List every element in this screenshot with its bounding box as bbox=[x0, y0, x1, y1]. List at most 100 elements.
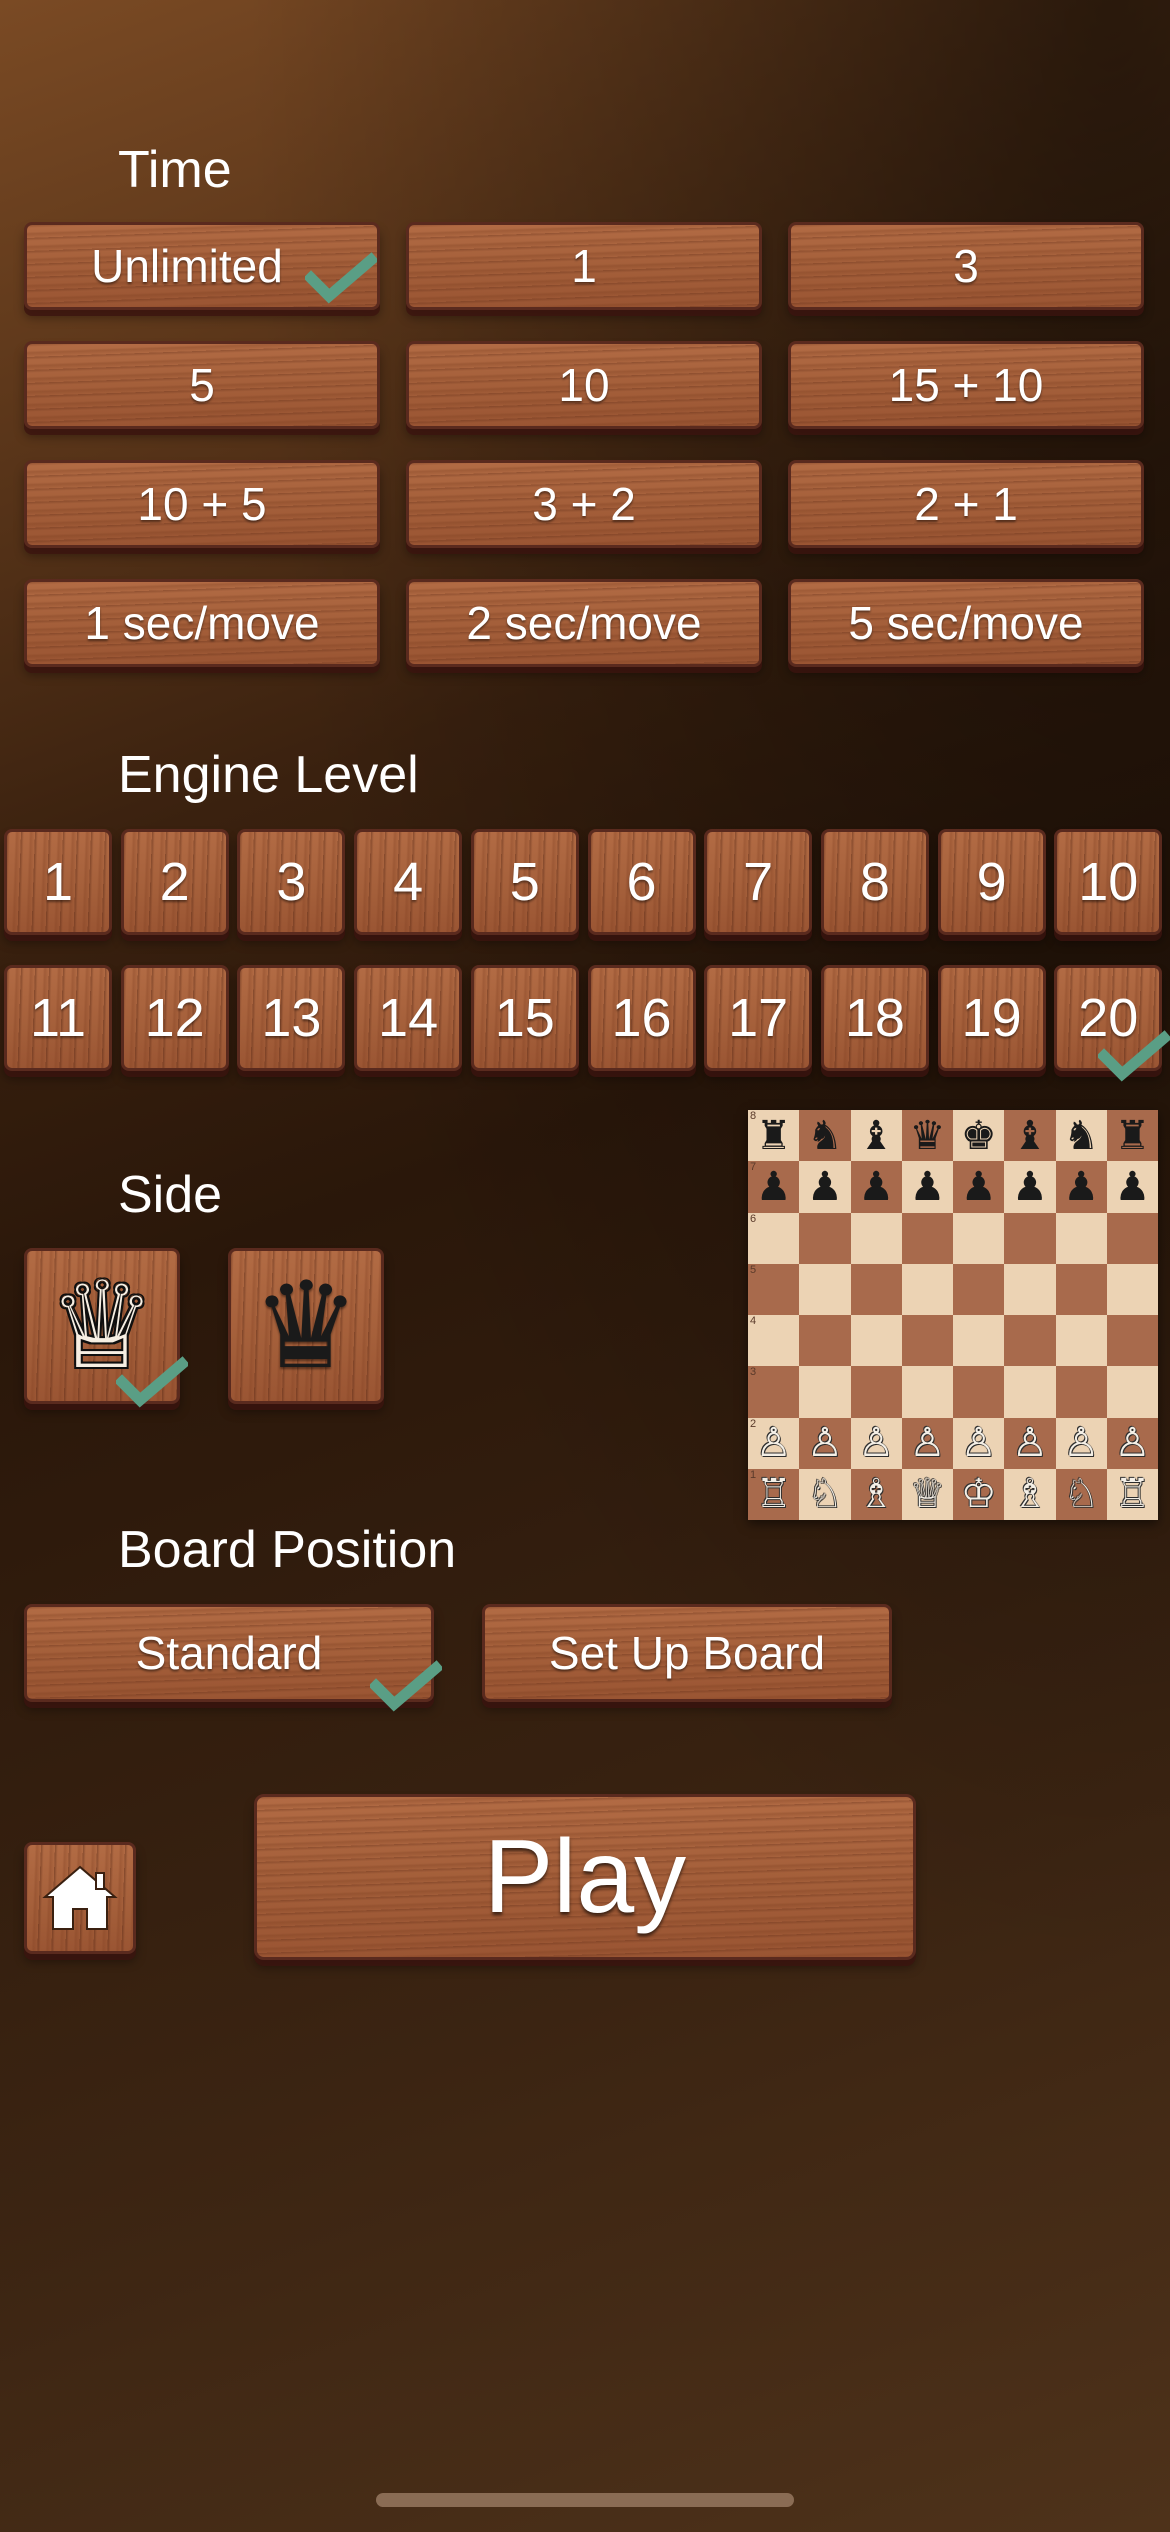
board-square: ♟ bbox=[901, 1161, 953, 1213]
side-section-title: Side bbox=[118, 1166, 223, 1224]
engine-level-3[interactable]: 3 bbox=[237, 829, 346, 935]
engine-level-14[interactable]: 14 bbox=[354, 965, 463, 1071]
time-option-3[interactable]: 3 bbox=[788, 222, 1144, 310]
board-position-section-title: Board Position bbox=[118, 1521, 457, 1579]
board-square: ♛ bbox=[901, 1110, 953, 1162]
engine-level-6[interactable]: 6 bbox=[587, 829, 696, 935]
board-square: 6 bbox=[748, 1212, 800, 1264]
engine-level-7[interactable]: 7 bbox=[704, 829, 813, 935]
time-option-3-2[interactable]: 3 + 2 bbox=[406, 460, 762, 548]
engine-level-2[interactable]: 2 bbox=[120, 829, 229, 935]
rank-label: 4 bbox=[750, 1315, 757, 1327]
engine-level-11[interactable]: 11 bbox=[4, 965, 112, 1071]
engine-level-10[interactable]: 10 bbox=[1054, 829, 1163, 935]
board-square: ♚ bbox=[953, 1110, 1005, 1162]
engine-level-20[interactable]: 20 bbox=[1054, 965, 1163, 1071]
board-square: 7 ♟ bbox=[748, 1161, 800, 1213]
white-piece: ♙ bbox=[909, 1421, 946, 1466]
board-square bbox=[1055, 1366, 1107, 1418]
time-option-unlimited[interactable]: Unlimited bbox=[24, 222, 380, 310]
rank-label: 3 bbox=[750, 1366, 757, 1379]
engine-level-1[interactable]: 1 bbox=[4, 829, 112, 935]
white-piece: ♙ bbox=[960, 1421, 997, 1466]
engine-level-label: 4 bbox=[393, 852, 424, 912]
board-square bbox=[1106, 1263, 1158, 1315]
engine-level-label: 14 bbox=[378, 988, 439, 1048]
time-option-label: 3 bbox=[953, 240, 979, 292]
black-piece: ♛ bbox=[909, 1113, 946, 1158]
play-label: Play bbox=[483, 1818, 687, 1935]
black-piece: ♟ bbox=[806, 1164, 843, 1209]
home-button[interactable] bbox=[24, 1842, 136, 1954]
board-square: ♞ bbox=[1055, 1110, 1107, 1162]
board-square bbox=[901, 1263, 953, 1315]
black-piece: ♟ bbox=[858, 1164, 895, 1209]
engine-level-13[interactable]: 13 bbox=[237, 965, 346, 1071]
engine-level-label: 6 bbox=[626, 852, 657, 912]
engine-level-label: 17 bbox=[728, 988, 789, 1048]
play-button[interactable]: Play bbox=[254, 1794, 916, 1960]
rank-label: 1 bbox=[750, 1468, 757, 1481]
engine-level-17[interactable]: 17 bbox=[704, 965, 813, 1071]
engine-level-label: 10 bbox=[1078, 852, 1139, 912]
board-square: ♙ bbox=[953, 1417, 1005, 1469]
side-white-button[interactable]: ♕ bbox=[24, 1248, 180, 1404]
engine-level-label: 18 bbox=[844, 988, 905, 1048]
board-square bbox=[953, 1212, 1005, 1264]
time-option-1-sec-move[interactable]: 1 sec/move bbox=[24, 579, 380, 667]
time-option-10-5[interactable]: 10 + 5 bbox=[24, 460, 380, 548]
engine-level-18[interactable]: 18 bbox=[820, 965, 929, 1071]
board-square: ♘ bbox=[799, 1468, 851, 1520]
board-square: ♞ bbox=[799, 1110, 851, 1162]
engine-level-9[interactable]: 9 bbox=[937, 829, 1046, 935]
board-position-label: Standard bbox=[135, 1627, 323, 1679]
engine-level-15[interactable]: 15 bbox=[470, 965, 579, 1071]
time-option-15-10[interactable]: 15 + 10 bbox=[788, 341, 1144, 429]
engine-level-label: 3 bbox=[276, 852, 307, 912]
engine-level-8[interactable]: 8 bbox=[820, 829, 929, 935]
board-square bbox=[953, 1366, 1005, 1418]
time-option-10[interactable]: 10 bbox=[406, 341, 762, 429]
engine-level-16[interactable]: 16 bbox=[587, 965, 696, 1071]
board-square: 5 bbox=[748, 1263, 800, 1315]
time-option-5[interactable]: 5 bbox=[24, 341, 380, 429]
engine-level-5[interactable]: 5 bbox=[470, 829, 579, 935]
board-square: ♙ bbox=[1106, 1417, 1158, 1469]
time-option-label: 5 bbox=[189, 359, 215, 411]
time-option-1[interactable]: 1 bbox=[406, 222, 762, 310]
time-option-label: Unlimited bbox=[91, 240, 283, 292]
engine-level-label: 8 bbox=[859, 852, 890, 912]
black-piece: ♟ bbox=[1114, 1164, 1151, 1209]
board-square: ♟ bbox=[1004, 1161, 1056, 1213]
time-option-label: 10 bbox=[558, 359, 610, 411]
white-piece: ♙ bbox=[858, 1421, 895, 1466]
engine-level-section-title: Engine Level bbox=[118, 746, 419, 804]
time-option-2-1[interactable]: 2 + 1 bbox=[788, 460, 1144, 548]
engine-level-19[interactable]: 19 bbox=[937, 965, 1046, 1071]
engine-level-label: 16 bbox=[611, 988, 672, 1048]
board-square: ♗ bbox=[850, 1468, 902, 1520]
white-piece: ♙ bbox=[1011, 1421, 1048, 1466]
engine-level-4[interactable]: 4 bbox=[354, 829, 463, 935]
black-piece: ♟ bbox=[960, 1164, 997, 1209]
time-option-2-sec-move[interactable]: 2 sec/move bbox=[406, 579, 762, 667]
board-square: 8 ♜ bbox=[748, 1110, 800, 1162]
home-indicator[interactable] bbox=[376, 2493, 794, 2507]
black-queen-icon: ♛ bbox=[252, 1258, 360, 1393]
board-position-standard-button[interactable]: Standard bbox=[24, 1604, 434, 1702]
board-square: ♔ bbox=[953, 1468, 1005, 1520]
board-square: ♜ bbox=[1106, 1110, 1158, 1162]
board-square: ♙ bbox=[1004, 1417, 1056, 1469]
board-square bbox=[850, 1212, 902, 1264]
black-piece: ♚ bbox=[960, 1113, 997, 1158]
board-square bbox=[901, 1212, 953, 1264]
engine-level-12[interactable]: 12 bbox=[120, 965, 229, 1071]
board-square bbox=[1004, 1315, 1056, 1367]
board-square: ♕ bbox=[901, 1468, 953, 1520]
side-black-button[interactable]: ♛ bbox=[228, 1248, 384, 1404]
board-square bbox=[1106, 1212, 1158, 1264]
board-position-setup-button[interactable]: Set Up Board bbox=[482, 1604, 892, 1702]
time-section-title: Time bbox=[118, 141, 232, 199]
engine-level-label: 9 bbox=[976, 852, 1007, 912]
time-option-5-sec-move[interactable]: 5 sec/move bbox=[788, 579, 1144, 667]
